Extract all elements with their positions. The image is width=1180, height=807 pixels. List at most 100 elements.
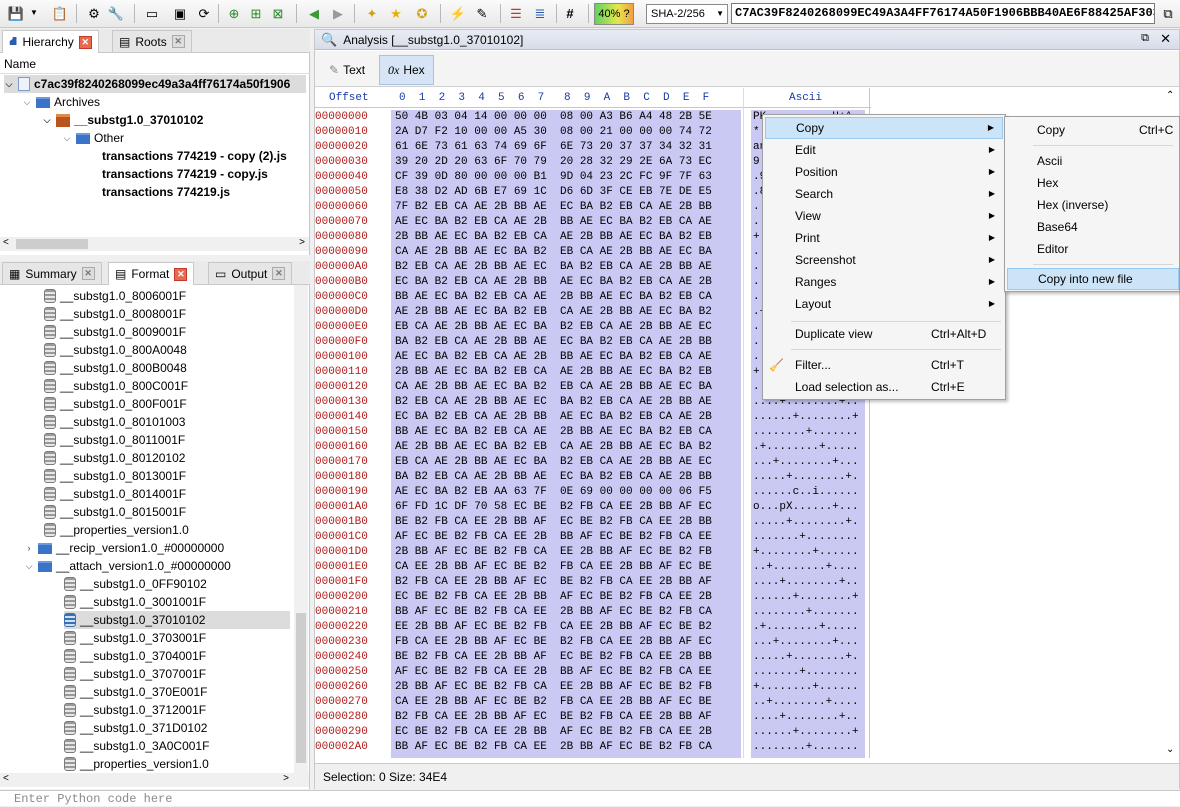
dropdown-arrow-icon[interactable]: ▼ <box>28 3 40 23</box>
hex-bytes[interactable]: EC BA B2 EB CA AE 2B BB AE EC BA B2 EB C… <box>395 275 712 290</box>
ascii-text[interactable]: ......+........+ <box>753 410 859 425</box>
hex-bytes[interactable]: AE EC BA B2 EB CA AE 2B BB AE EC BA B2 E… <box>395 215 712 230</box>
close-icon[interactable]: ✕ <box>174 267 188 281</box>
hash-algorithm-select[interactable]: SHA-2/256 ▼ <box>646 4 728 24</box>
remove-icon[interactable]: ⊠ <box>268 3 288 23</box>
python-input[interactable]: Enter Python code here <box>0 790 1180 806</box>
tab-format[interactable]: ▤ Format ✕ <box>108 262 195 285</box>
ascii-text[interactable]: ...+........+... <box>753 455 859 470</box>
ascii-text[interactable]: +........+...... <box>753 680 859 695</box>
hex-bytes[interactable]: EC BE B2 FB CA EE 2B BB AF EC BE B2 FB C… <box>395 590 712 605</box>
ascii-text[interactable]: ......+........+ <box>753 590 859 605</box>
submenu-item-editor[interactable]: Editor <box>1007 238 1179 260</box>
ascii-text[interactable]: .+........+..... <box>753 440 859 455</box>
format-tree-item[interactable]: __substg1.0_8011001F <box>44 431 185 449</box>
window-icon[interactable]: ▭ <box>142 3 162 23</box>
hex-bytes[interactable]: CA EE 2B BB AF EC BE B2 FB CA EE 2B BB A… <box>395 560 712 575</box>
tab-roots[interactable]: ▤ Roots ✕ <box>112 30 192 52</box>
copy-hash-icon[interactable]: ⧉ <box>1158 3 1178 23</box>
format-tree-item[interactable]: __substg1.0_3A0C001F <box>64 737 209 755</box>
tree-root-item[interactable]: ⌵ c7ac39f8240268099ec49a3a4ff76174a50f19… <box>4 75 306 93</box>
tree-archive-item[interactable]: ⌵ __substg1.0_37010102 <box>42 111 204 129</box>
tree-file-item[interactable]: transactions 774219 - copy.js <box>102 165 268 183</box>
hex-bytes[interactable]: 2B BB AE EC BA B2 EB CA AE 2B BB AE EC B… <box>395 365 712 380</box>
ascii-text[interactable]: +........+...... <box>753 545 859 560</box>
format-tree-item[interactable]: __substg1.0_8009001F <box>44 323 186 341</box>
chevron-down-icon[interactable]: ⌵ <box>24 557 34 575</box>
ascii-text[interactable]: ....+........+.. <box>753 710 859 725</box>
menu-item-edit[interactable]: Edit ▶ <box>765 139 1003 161</box>
ascii-text[interactable]: ....+........+.. <box>753 575 859 590</box>
scroll-down-icon[interactable]: ⌄ <box>1166 744 1174 756</box>
ascii-text[interactable]: ........+....... <box>753 740 859 755</box>
hex-bytes[interactable]: CA AE 2B BB AE EC BA B2 EB CA AE 2B BB A… <box>395 245 712 260</box>
hex-bytes[interactable]: 50 4B 03 04 14 00 00 00 08 00 A3 B6 A4 4… <box>395 110 712 125</box>
hex-bytes[interactable]: CA EE 2B BB AF EC BE B2 FB CA EE 2B BB A… <box>395 695 712 710</box>
format-tree-item[interactable]: __substg1.0_800B0048 <box>44 359 187 377</box>
hash-icon[interactable]: # <box>560 3 580 23</box>
close-icon[interactable]: ✕ <box>78 35 92 49</box>
format-tree-item[interactable]: __substg1.0_800A0048 <box>44 341 187 359</box>
hex-bytes[interactable]: EC BE B2 FB CA EE 2B BB AF EC BE B2 FB C… <box>395 725 712 740</box>
hash-value-field[interactable]: C7AC39F8240268099EC49A3A4FF76174A50F1906… <box>731 3 1155 24</box>
ascii-text[interactable]: ......c..i...... <box>753 485 859 500</box>
hex-bytes[interactable]: BA B2 EB CA AE 2B BB AE EC BA B2 EB CA A… <box>395 470 712 485</box>
restore-window-icon[interactable]: ⧉ <box>1141 32 1149 45</box>
format-tree-item[interactable]: __substg1.0_800C001F <box>44 377 188 395</box>
scrollbar-thumb[interactable] <box>296 613 306 763</box>
save-window-icon[interactable]: ▣ <box>170 3 190 23</box>
hex-bytes[interactable]: 2B BB AE EC BA B2 EB CA AE 2B BB AE EC B… <box>395 230 712 245</box>
tree-file-item[interactable]: transactions 774219.js <box>102 183 230 201</box>
hex-bytes[interactable]: 2B BB AF EC BE B2 FB CA EE 2B BB AF EC B… <box>395 680 712 695</box>
hex-bytes[interactable]: 2B BB AF EC BE B2 FB CA EE 2B BB AF EC B… <box>395 545 712 560</box>
hex-bytes[interactable]: AE EC BA B2 EB CA AE 2B BB AE EC BA B2 E… <box>395 350 712 365</box>
format-tree-item[interactable]: __substg1.0_8013001F <box>44 467 186 485</box>
tab-hex[interactable]: 0x Hex <box>379 55 434 85</box>
horizontal-scrollbar[interactable]: < > <box>0 773 309 787</box>
format-tree-item[interactable]: __substg1.0_371D0102 <box>64 719 207 737</box>
ascii-text[interactable]: o...pX......+... <box>753 500 859 515</box>
format-tree-item[interactable]: __substg1.0_8015001F <box>44 503 186 521</box>
zoom-in-icon[interactable]: ⊕ <box>224 3 244 23</box>
hex-bytes[interactable]: B2 FB CA EE 2B BB AF EC BE B2 FB CA EE 2… <box>395 575 712 590</box>
settings-gear-icon[interactable]: ⚙ <box>84 3 104 23</box>
hex-bytes[interactable]: 6F FD 1C DF 70 58 EC BE B2 FB CA EE 2B B… <box>395 500 712 515</box>
close-icon[interactable]: ✕ <box>272 267 286 280</box>
star-add-icon[interactable]: ✪ <box>412 3 432 23</box>
hex-bytes[interactable]: CF 39 0D 80 00 00 00 B1 9D 04 23 2C FC 9… <box>395 170 712 185</box>
back-arrow-icon[interactable]: ◀ <box>304 3 324 23</box>
format-tree-item[interactable]: __substg1.0_0FF90102 <box>64 575 207 593</box>
add-icon[interactable]: ⊞ <box>246 3 266 23</box>
hex-bytes[interactable]: BE B2 FB CA EE 2B BB AF EC BE B2 FB CA E… <box>395 650 712 665</box>
format-tree-item[interactable]: __substg1.0_8006001F <box>44 287 186 305</box>
scroll-right-icon[interactable]: > <box>299 237 305 248</box>
config-icon[interactable]: 🔧 <box>106 3 126 23</box>
format-tree-item[interactable]: __substg1.0_3001001F <box>64 593 206 611</box>
ascii-text[interactable]: .......+........ <box>753 665 859 680</box>
format-tree-item[interactable]: __substg1.0_370E001F <box>64 683 207 701</box>
hex-bytes[interactable]: FB CA EE 2B BB AF EC BE B2 FB CA EE 2B B… <box>395 635 712 650</box>
ascii-text[interactable]: ..+........+.... <box>753 560 859 575</box>
hex-bytes[interactable]: BB AF EC BE B2 FB CA EE 2B BB AF EC BE B… <box>395 740 712 755</box>
ascii-text[interactable]: .......+........ <box>753 530 859 545</box>
tree-other-item[interactable]: ⌵ Other <box>62 129 124 147</box>
decode-icon[interactable]: ⚡ <box>448 3 468 23</box>
hex-bytes[interactable]: BB AE EC BA B2 EB CA AE 2B BB AE EC BA B… <box>395 290 712 305</box>
format-tree-item[interactable]: ⌵ __attach_version1.0_#00000000 <box>24 557 231 575</box>
star-icon[interactable]: ★ <box>386 3 406 23</box>
hex-bytes[interactable]: BA B2 EB CA AE 2B BB AE EC BA B2 EB CA A… <box>395 335 712 350</box>
menu-item-ranges[interactable]: Ranges ▶ <box>765 271 1003 293</box>
hex-bytes[interactable]: B2 FB CA EE 2B BB AF EC BE B2 FB CA EE 2… <box>395 710 712 725</box>
ascii-text[interactable]: ...+........+... <box>753 635 859 650</box>
ascii-text[interactable]: ..+........+.... <box>753 695 859 710</box>
ascii-text[interactable]: .....+........+. <box>753 650 859 665</box>
ascii-text[interactable]: ......+........+ <box>753 725 859 740</box>
format-list-icon[interactable]: ☰ <box>506 3 526 23</box>
hex-bytes[interactable]: 2A D7 F2 10 00 00 A5 30 08 00 21 00 00 0… <box>395 125 712 140</box>
ascii-text[interactable]: .....+........+. <box>753 470 859 485</box>
menu-item-copy[interactable]: Copy ▶ <box>765 117 1003 139</box>
hex-bytes[interactable]: 39 20 2D 20 63 6F 70 79 20 28 32 29 2E 6… <box>395 155 712 170</box>
submenu-item-copy[interactable]: Copy Ctrl+C <box>1007 119 1179 141</box>
hex-bytes[interactable]: BE B2 FB CA EE 2B BB AF EC BE B2 FB CA E… <box>395 515 712 530</box>
format-tree-item[interactable]: __substg1.0_80101003 <box>44 413 185 431</box>
